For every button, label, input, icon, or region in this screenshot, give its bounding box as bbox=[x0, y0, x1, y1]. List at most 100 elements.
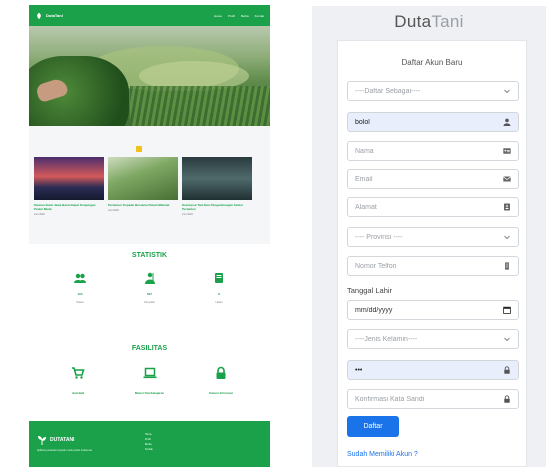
facility-item[interactable]: Materi Pembelajaran bbox=[119, 366, 181, 395]
stat-label: Petani bbox=[76, 301, 84, 304]
tanggal-input[interactable]: mm/dd/yyyy bbox=[347, 300, 519, 320]
news-image bbox=[108, 157, 178, 200]
hero-image bbox=[29, 26, 270, 126]
password-input[interactable]: ••• bbox=[347, 360, 519, 380]
daftar-button[interactable]: Daftar bbox=[347, 416, 399, 437]
stat-item: 105 Petani bbox=[67, 271, 93, 304]
stat-label: Penyuluh bbox=[144, 301, 155, 304]
chevron-down-icon bbox=[504, 89, 510, 94]
farmer-icon bbox=[144, 272, 155, 284]
news-section: Stasiun Bumi Jawa Barat Dapat Kunjungan … bbox=[29, 126, 270, 244]
nav-link-profil[interactable]: Profil bbox=[228, 14, 235, 18]
app-logo: DutaTani bbox=[312, 12, 546, 32]
site-footer: DUTATANI Aplikasi pertanian terpadu untu… bbox=[29, 421, 270, 467]
role-select[interactable]: ----Daftar Sebagai---- bbox=[347, 81, 519, 101]
telfon-placeholder: Nomor Telfon bbox=[355, 262, 397, 270]
stat-item: 597 Penyuluh bbox=[137, 271, 163, 304]
facility-label: Materi Pembelajaran bbox=[134, 391, 165, 395]
lock-icon bbox=[503, 395, 510, 403]
stat-value: 105 bbox=[77, 292, 83, 296]
site-brand[interactable]: DutaTani bbox=[35, 12, 63, 20]
envelope-icon bbox=[502, 176, 511, 182]
lock-icon bbox=[216, 366, 226, 379]
news-card[interactable]: Kelompok Tani Dan Pengembangan Sektor Pe… bbox=[182, 157, 252, 216]
alamat-placeholder: Alamat bbox=[355, 203, 377, 211]
statistik-section: STATISTIK 105 Petani 597 Penyuluh 8 Laha… bbox=[29, 252, 270, 304]
konfirmasi-placeholder: Konfirmasi Kata Sandi bbox=[355, 395, 425, 403]
username-value: bolol bbox=[355, 118, 370, 126]
gender-select[interactable]: ----Jenis Kelamin---- bbox=[347, 329, 519, 349]
book-icon bbox=[215, 273, 223, 283]
nama-input[interactable]: Nama bbox=[347, 141, 519, 161]
news-meta: Juni 2020 bbox=[182, 213, 193, 216]
provinsi-select-value: ---- Provinsi ---- bbox=[355, 233, 403, 241]
news-title[interactable]: Kelompok Tani Dan Pengembangan Sektor Pe… bbox=[182, 203, 252, 211]
tanggal-placeholder: mm/dd/yyyy bbox=[355, 306, 393, 314]
site-brand-label: DutaTani bbox=[46, 13, 63, 18]
news-meta: Juni 2020 bbox=[34, 213, 45, 216]
stat-item: 8 Lahan bbox=[206, 271, 232, 304]
calendar-icon bbox=[502, 306, 511, 314]
id-card-icon bbox=[502, 148, 511, 154]
footer-brand-label: DUTATANI bbox=[50, 437, 75, 443]
news-title[interactable]: Stasiun Bumi Jawa Barat Dapat Kunjungan … bbox=[34, 203, 104, 211]
provinsi-select[interactable]: ---- Provinsi ---- bbox=[347, 227, 519, 247]
news-image bbox=[182, 157, 252, 200]
nav-link-berita[interactable]: Berita bbox=[241, 14, 249, 18]
site-nav-links: Home Profil Berita Kontak bbox=[214, 14, 264, 18]
news-card[interactable]: Stasiun Bumi Jawa Barat Dapat Kunjungan … bbox=[34, 157, 104, 216]
nav-link-kontak[interactable]: Kontak bbox=[255, 14, 264, 18]
stat-value: 597 bbox=[146, 292, 152, 296]
fasilitas-title: FASILITAS bbox=[131, 345, 168, 352]
email-placeholder: Email bbox=[355, 175, 373, 183]
laptop-icon bbox=[143, 367, 156, 379]
register-form: Daftar Akun Baru ----Daftar Sebagai---- … bbox=[337, 40, 527, 467]
news-card[interactable]: Pertanian Terpadu Bersama Petani Milenia… bbox=[108, 157, 178, 216]
gender-select-value: ----Jenis Kelamin---- bbox=[355, 335, 418, 343]
logo-bold: Duta bbox=[394, 12, 432, 31]
statistik-title: STATISTIK bbox=[131, 252, 168, 259]
site-navbar: DutaTani Home Profil Berita Kontak bbox=[29, 5, 270, 26]
alamat-input[interactable]: Alamat bbox=[347, 197, 519, 217]
lock-icon bbox=[503, 366, 510, 374]
register-panel: DutaTani Daftar Akun Baru ----Daftar Seb… bbox=[312, 6, 546, 467]
landing-page: DutaTani Home Profil Berita Kontak Stasi… bbox=[29, 5, 270, 467]
telfon-input[interactable]: Nomor Telfon bbox=[347, 256, 519, 276]
nama-placeholder: Nama bbox=[355, 147, 374, 155]
password-value: ••• bbox=[355, 366, 363, 374]
konfirmasi-input[interactable]: Konfirmasi Kata Sandi bbox=[347, 389, 519, 409]
news-title[interactable]: Pertanian Terpadu Bersama Petani Milenia… bbox=[108, 203, 178, 207]
username-input[interactable]: bolol bbox=[347, 112, 519, 132]
facility-label: Sistem Informasi bbox=[208, 391, 234, 395]
chevron-down-icon bbox=[504, 235, 510, 240]
fasilitas-section: FASILITAS Jual Beli Materi Pembelajaran … bbox=[29, 345, 270, 395]
news-image bbox=[34, 157, 104, 200]
form-title: Daftar Akun Baru bbox=[401, 58, 463, 67]
role-select-value: ----Daftar Sebagai---- bbox=[355, 87, 421, 95]
plant-logo-icon bbox=[38, 436, 46, 445]
user-icon bbox=[503, 118, 510, 126]
footer-links: Home Profil Berita Kontak bbox=[145, 432, 153, 452]
stat-label: Lahan bbox=[215, 301, 223, 304]
login-link[interactable]: Sudah Memiliki Akun ? bbox=[347, 451, 418, 458]
footer-description: Aplikasi pertanian terpadu untuk petani … bbox=[37, 449, 92, 452]
cart-icon bbox=[72, 367, 85, 379]
facility-item[interactable]: Jual Beli bbox=[47, 366, 109, 395]
footer-brand: DUTATANI bbox=[37, 435, 74, 445]
email-input[interactable]: Email bbox=[347, 169, 519, 189]
screenshot-root: DutaTani Home Profil Berita Kontak Stasi… bbox=[0, 0, 551, 470]
facility-item[interactable]: Sistem Informasi bbox=[190, 366, 252, 395]
nav-link-home[interactable]: Home bbox=[214, 14, 222, 18]
users-icon bbox=[74, 273, 86, 283]
chevron-down-icon bbox=[504, 337, 510, 342]
footer-link-kontak[interactable]: Kontak bbox=[145, 447, 153, 452]
logo-light: Tani bbox=[431, 12, 464, 31]
address-book-icon bbox=[503, 203, 510, 211]
tanggal-label: Tanggal Lahir bbox=[347, 286, 393, 295]
section-marker bbox=[136, 146, 142, 152]
leaf-logo-icon bbox=[37, 12, 41, 19]
phone-icon bbox=[504, 262, 509, 270]
news-meta: Juni 2020 bbox=[108, 209, 119, 212]
stat-value: 8 bbox=[218, 292, 220, 296]
facility-label: Jual Beli bbox=[71, 391, 85, 395]
